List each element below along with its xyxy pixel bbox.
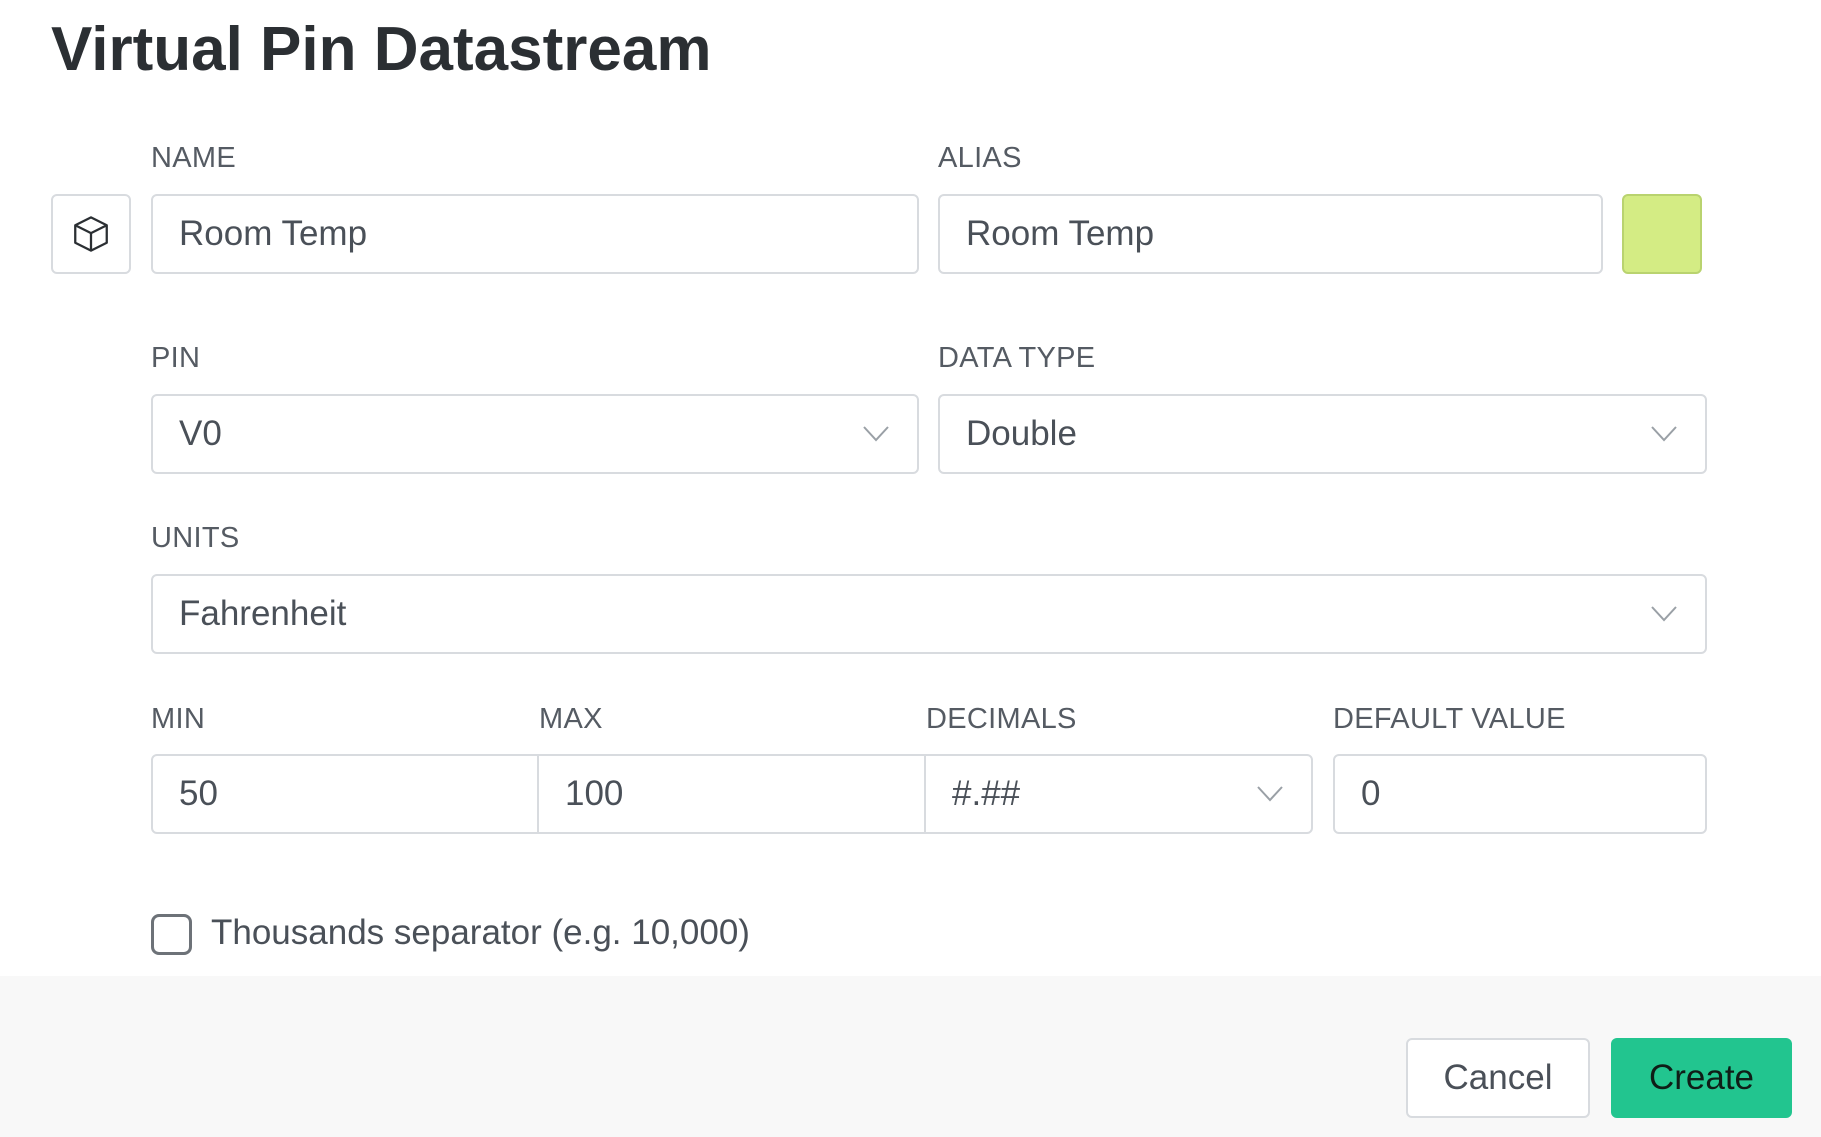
decimals-label: DECIMALS (926, 703, 1077, 735)
min-label: MIN (151, 703, 206, 735)
dialog-title: Virtual Pin Datastream (51, 15, 712, 84)
decimals-select[interactable]: #.## (924, 754, 1313, 834)
alias-input[interactable]: Room Temp (938, 194, 1603, 274)
alias-label: ALIAS (938, 142, 1022, 174)
default-value-input-value: 0 (1361, 774, 1381, 813)
pin-select[interactable]: V0 (151, 394, 919, 474)
min-input-value: 50 (179, 774, 218, 813)
data-type-label: DATA TYPE (938, 342, 1096, 374)
alias-input-value: Room Temp (966, 214, 1155, 253)
thousands-separator-checkbox[interactable] (151, 914, 192, 955)
data-type-select-value: Double (966, 414, 1077, 453)
min-input[interactable]: 50 (151, 754, 540, 834)
cancel-button[interactable]: Cancel (1406, 1038, 1590, 1118)
name-input-value: Room Temp (179, 214, 368, 253)
default-value-input[interactable]: 0 (1333, 754, 1707, 834)
chevron-down-icon (1257, 786, 1283, 802)
chevron-down-icon (1651, 606, 1677, 622)
pin-label: PIN (151, 342, 201, 374)
max-input-value: 100 (565, 774, 624, 813)
color-swatch-button[interactable] (1622, 194, 1702, 274)
units-select[interactable]: Fahrenheit (151, 574, 1707, 654)
chevron-down-icon (863, 426, 889, 442)
data-type-select[interactable]: Double (938, 394, 1707, 474)
units-label: UNITS (151, 522, 240, 554)
units-select-value: Fahrenheit (179, 594, 347, 633)
chevron-down-icon (1651, 426, 1677, 442)
default-value-label: DEFAULT VALUE (1333, 703, 1566, 735)
decimals-select-value: #.## (952, 774, 1021, 813)
name-input[interactable]: Room Temp (151, 194, 919, 274)
name-label: NAME (151, 142, 236, 174)
max-label: MAX (539, 703, 603, 735)
thousands-separator-label[interactable]: Thousands separator (e.g. 10,000) (211, 913, 750, 953)
pin-select-value: V0 (179, 414, 222, 453)
cube-icon (74, 216, 108, 252)
max-input[interactable]: 100 (537, 754, 927, 834)
icon-picker-button[interactable] (51, 194, 131, 274)
create-button[interactable]: Create (1611, 1038, 1792, 1118)
